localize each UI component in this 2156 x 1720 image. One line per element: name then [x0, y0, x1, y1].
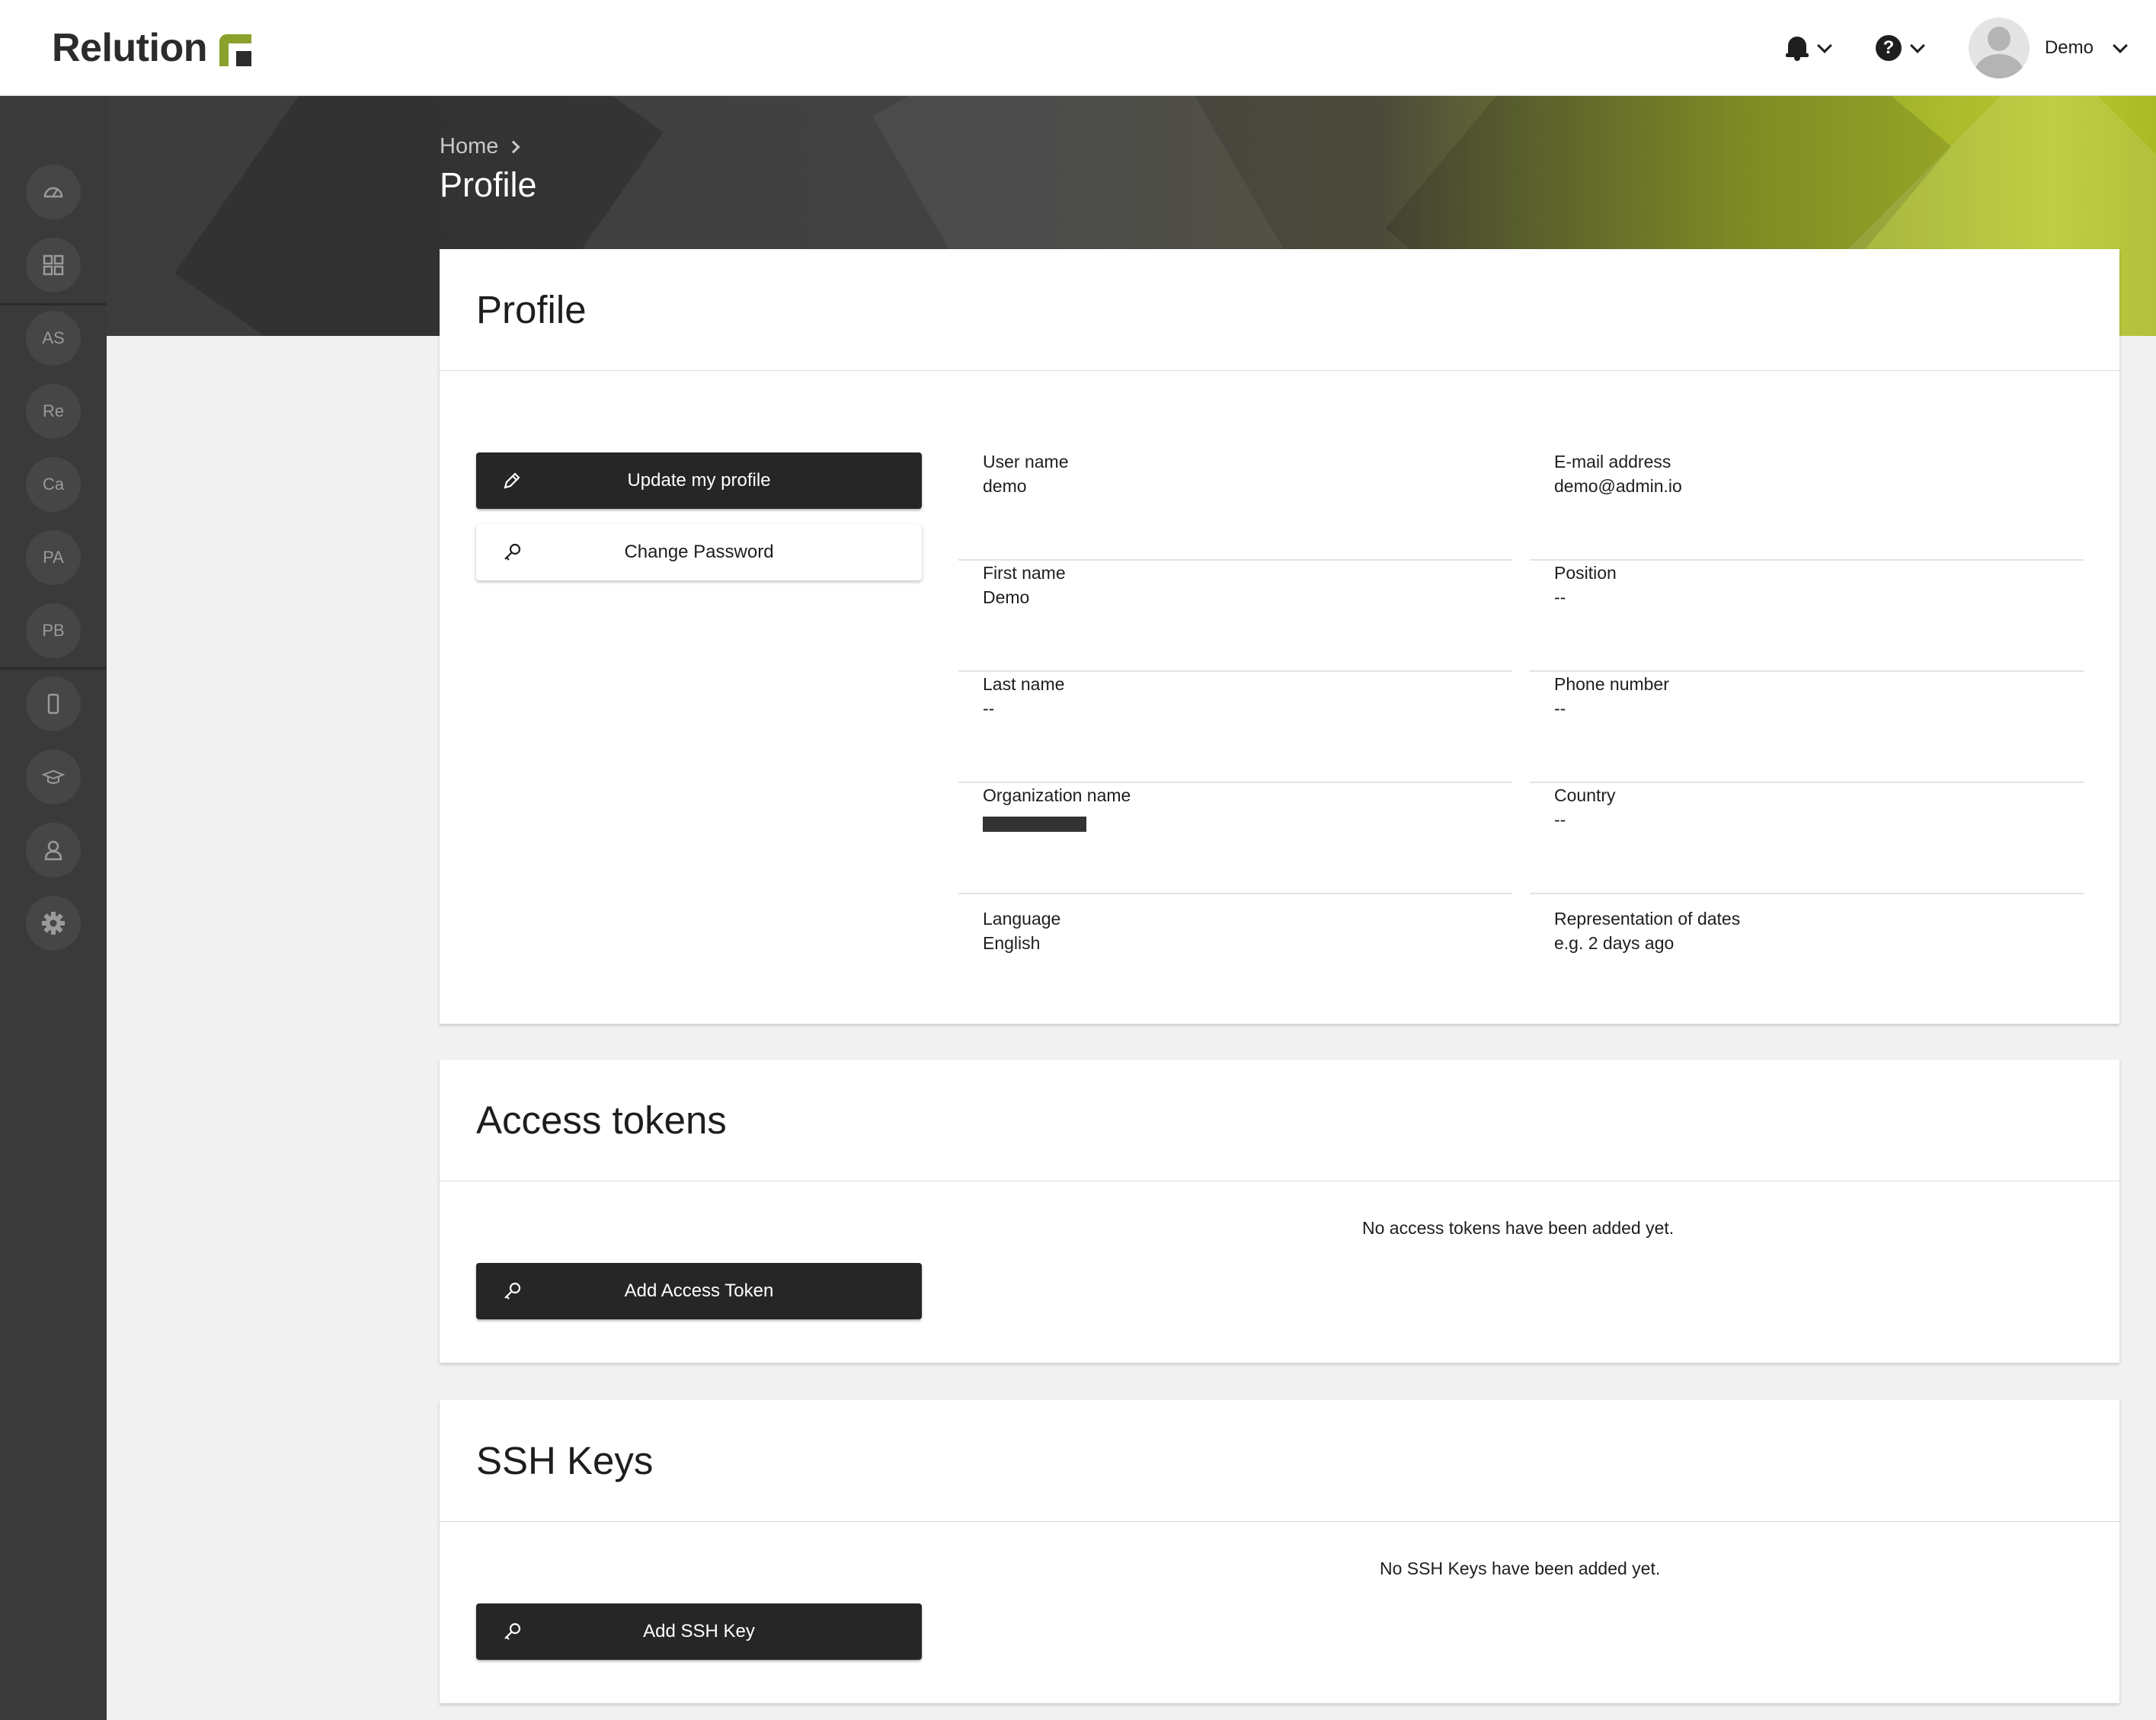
field-phone-number: Phone number --	[1530, 672, 2084, 783]
sidebar-item-devices[interactable]	[26, 676, 81, 731]
field-value: --	[983, 699, 995, 718]
breadcrumb: Home Profile	[440, 134, 537, 205]
field-label: Country	[1554, 785, 1616, 805]
sidebar-item-education[interactable]	[26, 750, 81, 804]
field-label: First name	[983, 563, 1066, 583]
graduation-cap-icon	[42, 769, 65, 784]
breadcrumb-home[interactable]: Home	[440, 134, 520, 159]
field-value: --	[1554, 810, 1566, 830]
field-label: E-mail address	[1554, 452, 1671, 472]
change-password-button[interactable]: Change Password	[476, 524, 922, 580]
add-ssh-key-label: Add SSH Key	[643, 1621, 755, 1642]
grid-icon	[43, 254, 64, 276]
profile-card-header: Profile	[440, 249, 2119, 371]
field-email: E-mail address demo@admin.io	[1530, 449, 2084, 561]
ssh-keys-header: SSH Keys	[440, 1400, 2119, 1522]
field-value: demo@admin.io	[1554, 476, 1682, 496]
chevron-down-icon	[1817, 38, 1832, 53]
field-value: --	[1554, 699, 1566, 718]
chevron-right-icon	[507, 140, 520, 153]
redacted-block	[983, 817, 1086, 832]
notifications-menu[interactable]	[1785, 35, 1832, 61]
ssh-keys-card: SSH Keys No SSH Keys have been added yet…	[440, 1400, 2119, 1703]
bell-icon	[1785, 35, 1809, 61]
chevron-down-icon	[1910, 38, 1925, 53]
field-label: Representation of dates	[1554, 909, 1741, 929]
field-label: Phone number	[1554, 674, 1669, 694]
field-value-redacted	[983, 807, 1512, 838]
relution-logo[interactable]: Relution	[52, 23, 251, 73]
field-value: demo	[983, 476, 1027, 496]
user-name: Demo	[2044, 37, 2094, 58]
empty-message: No SSH Keys have been added yet.	[1380, 1559, 1661, 1578]
sidebar-item-ca[interactable]: Ca	[26, 457, 81, 512]
help-menu[interactable]: ?	[1875, 35, 1925, 61]
update-profile-button[interactable]: Update my profile	[476, 452, 922, 509]
pencil-icon	[504, 472, 520, 489]
sidebar-divider	[0, 667, 107, 670]
logo-mark-icon	[219, 34, 251, 66]
sidebar-item-settings[interactable]	[26, 896, 81, 951]
chevron-down-icon	[2113, 38, 2128, 53]
change-password-label: Change Password	[624, 542, 774, 562]
sidebar-item-dashboard[interactable]	[26, 165, 81, 219]
sidebar: AS Re Ca PA PB	[0, 96, 107, 1720]
user-icon	[44, 840, 62, 861]
field-position: Position --	[1530, 561, 2084, 672]
update-profile-label: Update my profile	[627, 470, 771, 491]
add-access-token-button[interactable]: Add Access Token	[476, 1263, 922, 1319]
sidebar-item-users[interactable]	[26, 823, 81, 878]
logo-text: Relution	[52, 26, 207, 70]
question-circle-icon: ?	[1875, 35, 1902, 61]
access-tokens-card: Access tokens No access tokens have been…	[440, 1060, 2119, 1363]
card-title: Access tokens	[476, 1098, 727, 1142]
top-actions: ? Demo	[1785, 0, 2156, 96]
key-icon	[504, 543, 521, 561]
field-user-name: User name demo	[958, 449, 1512, 561]
key-icon	[504, 1282, 521, 1300]
sidebar-item-pa[interactable]: PA	[26, 530, 81, 585]
add-access-token-label: Add Access Token	[624, 1280, 774, 1301]
field-language: Language English	[958, 906, 1512, 1018]
empty-message: No access tokens have been added yet.	[1362, 1218, 1675, 1238]
field-date-representation: Representation of dates e.g. 2 days ago	[1530, 906, 2084, 1018]
sidebar-item-re[interactable]: Re	[26, 384, 81, 439]
page-title: Profile	[440, 165, 537, 204]
mobile-device-icon	[47, 693, 59, 715]
field-label: Position	[1554, 563, 1617, 583]
field-value: e.g. 2 days ago	[1554, 933, 1675, 953]
field-last-name: Last name --	[958, 672, 1512, 783]
gear-icon	[42, 912, 65, 935]
profile-card: Profile Update my profile Change Passwor…	[440, 249, 2119, 1024]
field-value: Demo	[983, 587, 1030, 607]
field-country: Country --	[1530, 783, 2084, 894]
user-menu[interactable]: Demo	[1968, 18, 2128, 78]
add-ssh-key-button[interactable]: Add SSH Key	[476, 1603, 922, 1660]
card-title: Profile	[476, 288, 587, 331]
sidebar-item-pb[interactable]: PB	[26, 603, 81, 658]
card-title: SSH Keys	[476, 1439, 654, 1482]
key-icon	[504, 1622, 521, 1640]
avatar	[1968, 18, 2030, 78]
field-first-name: First name Demo	[958, 561, 1512, 672]
field-label: Language	[983, 909, 1061, 929]
sidebar-item-as[interactable]: AS	[26, 311, 81, 366]
sidebar-divider	[0, 303, 107, 305]
sidebar-item-apps[interactable]	[26, 238, 81, 293]
top-bar: Relution ? Demo	[0, 0, 2156, 96]
field-organization-name: Organization name	[958, 783, 1512, 894]
field-label: User name	[983, 452, 1069, 472]
speedometer-icon	[43, 187, 63, 198]
field-value: --	[1554, 587, 1566, 607]
field-value: English	[983, 933, 1041, 953]
access-tokens-header: Access tokens	[440, 1060, 2119, 1181]
field-label: Last name	[983, 674, 1065, 694]
field-label: Organization name	[983, 785, 1131, 805]
